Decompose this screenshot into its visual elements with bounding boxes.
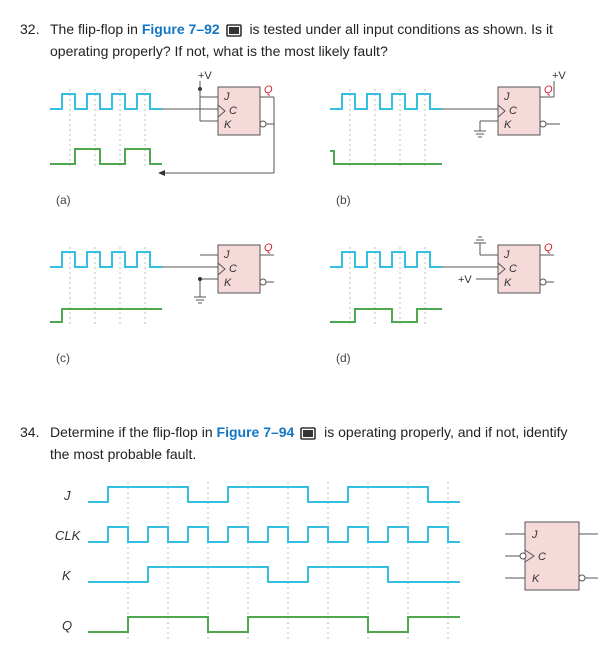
multisim-icon xyxy=(300,425,318,441)
svg-text:Q: Q xyxy=(544,84,553,96)
q34-number: 34. xyxy=(20,421,39,443)
question-32: 32. The flip-flop in Figure 7–92 is test… xyxy=(20,18,580,63)
q32-number: 32. xyxy=(20,18,39,40)
svg-text:J: J xyxy=(531,529,538,541)
vcc-label-a: +V xyxy=(198,70,212,82)
figure-7-92-link[interactable]: Figure 7–92 xyxy=(142,21,220,37)
svg-text:Q: Q xyxy=(264,84,273,96)
figure-7-94-link[interactable]: Figure 7–94 xyxy=(217,424,295,440)
diagram-c: J C K Q (c) xyxy=(40,227,290,365)
q34-text-pre: Determine if the flip-flop in xyxy=(50,424,217,440)
sig-k-label: K xyxy=(62,568,72,583)
svg-text:C: C xyxy=(229,263,237,275)
svg-text:C: C xyxy=(509,105,517,117)
svg-text:C: C xyxy=(538,551,546,563)
diagram-d: +V J C K Q (d) xyxy=(320,227,570,365)
svg-text:K: K xyxy=(504,119,512,131)
sig-clk-label: CLK xyxy=(55,528,82,543)
vcc-label-d: +V xyxy=(458,274,472,286)
q34-diagram: J CLK K Q J C K Q Q xyxy=(20,472,580,652)
svg-text:Q: Q xyxy=(264,242,273,254)
svg-text:Q: Q xyxy=(544,242,553,254)
q32-text-pre: The flip-flop in xyxy=(50,21,142,37)
label-a: (a) xyxy=(40,193,290,207)
svg-text:J: J xyxy=(503,249,510,261)
vcc-label-b: +V xyxy=(552,70,566,82)
label-c: (c) xyxy=(40,351,290,365)
label-b: (b) xyxy=(320,193,570,207)
svg-text:K: K xyxy=(224,119,232,131)
diagram-a: +V J C K Q (a) xyxy=(40,69,290,207)
question-34: 34. Determine if the flip-flop in Figure… xyxy=(20,421,580,466)
svg-text:J: J xyxy=(223,91,230,103)
svg-text:C: C xyxy=(229,105,237,117)
svg-text:K: K xyxy=(532,573,540,585)
svg-text:K: K xyxy=(504,277,512,289)
sig-j-label: J xyxy=(63,488,71,503)
sig-q-label: Q xyxy=(62,618,72,633)
diagram-b: +V J C K Q (b) xyxy=(320,69,570,207)
multisim-icon xyxy=(226,22,244,38)
svg-text:K: K xyxy=(224,277,232,289)
svg-text:J: J xyxy=(223,249,230,261)
svg-text:J: J xyxy=(503,91,510,103)
q32-diagram-grid: +V J C K Q (a) +V xyxy=(20,69,580,365)
label-d: (d) xyxy=(320,351,570,365)
svg-text:C: C xyxy=(509,263,517,275)
